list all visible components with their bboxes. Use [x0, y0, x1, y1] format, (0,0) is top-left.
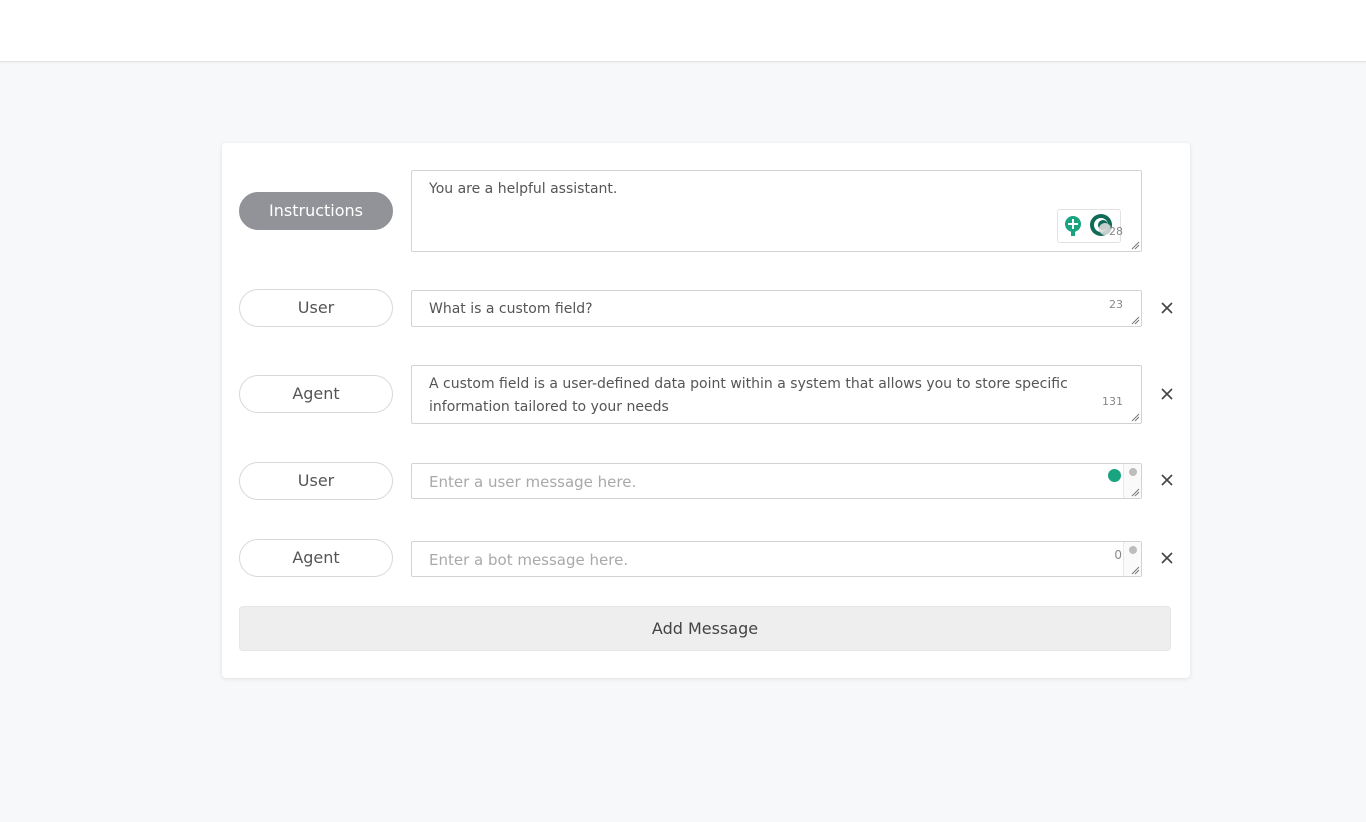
role-pill-user[interactable]: User	[239, 462, 393, 500]
role-pill-agent[interactable]: Agent	[239, 375, 393, 413]
conversation-editor-card: Instructions You are a helpful assistant…	[222, 143, 1190, 678]
add-message-button[interactable]: Add Message	[239, 606, 1171, 651]
scroll-thumb-icon[interactable]	[1129, 468, 1137, 476]
user-message-textarea[interactable]: What is a custom field?	[412, 291, 1141, 326]
status-dot-icon	[1108, 469, 1121, 482]
char-counter: 28	[1109, 225, 1123, 238]
close-icon[interactable]	[1158, 549, 1176, 567]
resize-grip-icon[interactable]	[1131, 413, 1140, 422]
scroll-thumb-icon[interactable]	[1129, 546, 1137, 554]
role-pill-instructions[interactable]: Instructions	[239, 192, 393, 230]
char-counter: 23	[1109, 298, 1123, 311]
instructions-field[interactable]: You are a helpful assistant. 28	[411, 170, 1142, 252]
user-message-textarea[interactable]	[412, 464, 1141, 498]
user-message-field[interactable]	[411, 463, 1142, 499]
char-counter: 131	[1102, 395, 1123, 408]
role-pill-agent[interactable]: Agent	[239, 539, 393, 577]
resize-grip-icon[interactable]	[1131, 316, 1140, 325]
resize-grip-icon[interactable]	[1131, 488, 1140, 497]
resize-grip-icon[interactable]	[1131, 241, 1140, 250]
top-header-bar	[0, 0, 1366, 62]
role-pill-user[interactable]: User	[239, 289, 393, 327]
agent-message-field[interactable]: 0	[411, 541, 1142, 577]
instructions-textarea[interactable]: You are a helpful assistant.	[412, 171, 1141, 251]
close-icon[interactable]	[1158, 471, 1176, 489]
agent-message-textarea[interactable]: A custom field is a user-defined data po…	[412, 366, 1141, 423]
char-counter: 0	[1114, 548, 1122, 562]
user-message-field[interactable]: What is a custom field? 23	[411, 290, 1142, 327]
agent-message-textarea[interactable]	[412, 542, 1141, 576]
close-icon[interactable]	[1158, 299, 1176, 317]
close-icon[interactable]	[1158, 385, 1176, 403]
agent-message-field[interactable]: A custom field is a user-defined data po…	[411, 365, 1142, 424]
resize-grip-icon[interactable]	[1131, 566, 1140, 575]
